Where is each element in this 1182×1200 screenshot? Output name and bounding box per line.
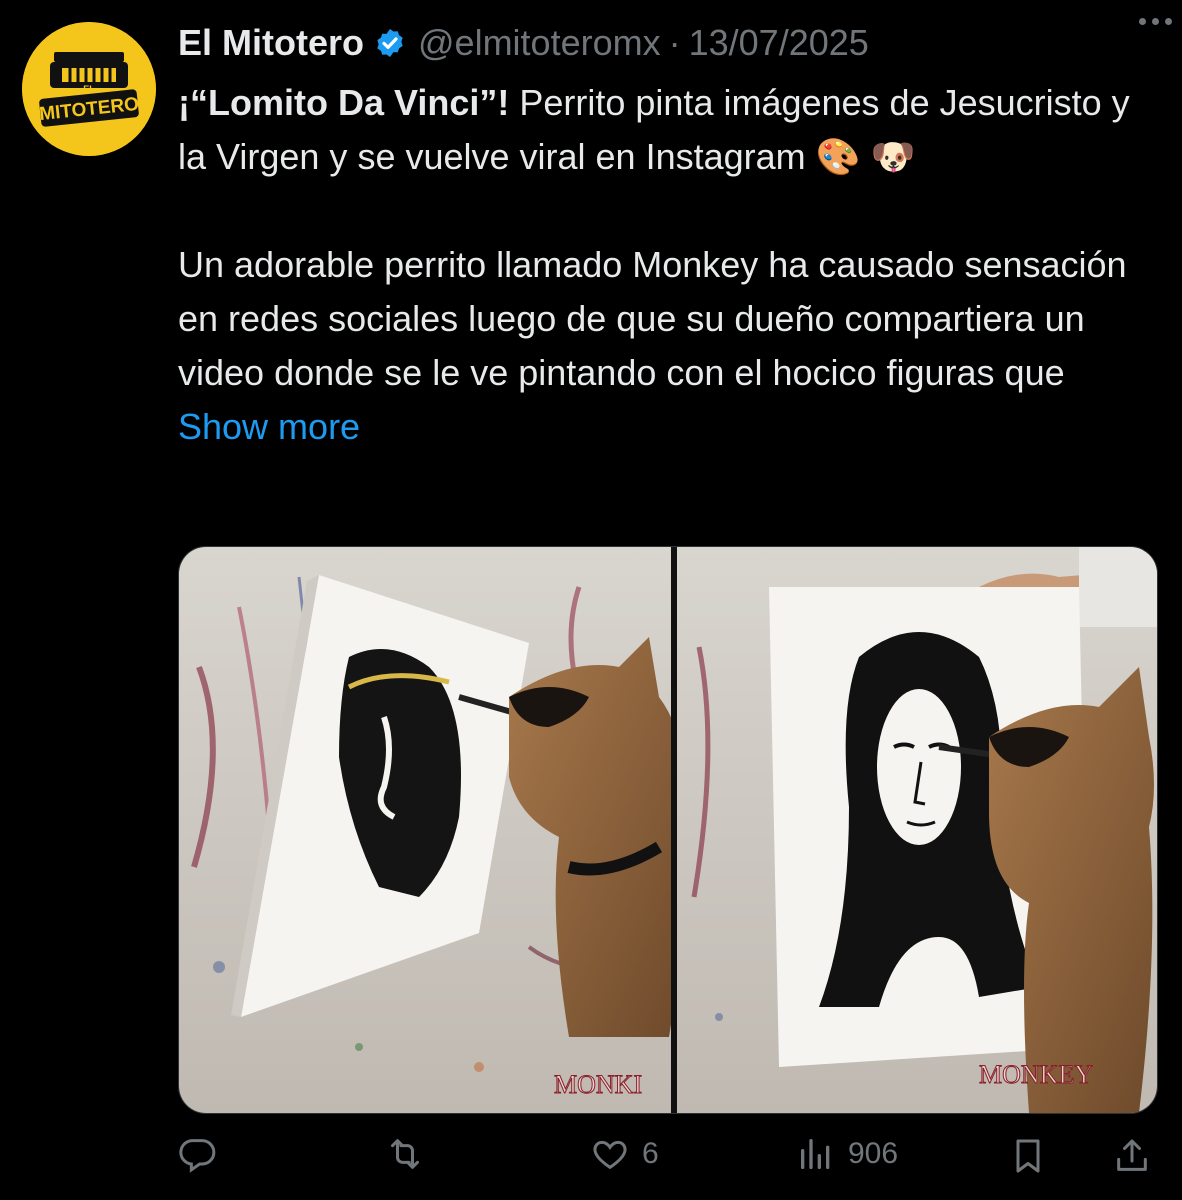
like-count: 6 — [642, 1137, 659, 1170]
header-separator: · — [668, 22, 681, 63]
show-more-link[interactable]: Show more — [178, 406, 360, 447]
like-icon — [593, 1140, 627, 1170]
views-icon — [801, 1139, 830, 1169]
tweet-paragraph-1: ¡“Lomito Da Vinci”! Perrito pinta imágen… — [178, 76, 1138, 184]
mitotero-logo: MITOTERO EL — [22, 22, 156, 156]
tweet-text: ¡“Lomito Da Vinci”! Perrito pinta imágen… — [178, 76, 1138, 454]
reply-button[interactable] — [178, 1134, 230, 1174]
share-button[interactable] — [1112, 1134, 1152, 1178]
tweet-header: El Mitotero @elmitoteromx · 13/07/2025 — [178, 18, 1162, 68]
tweet-media-image[interactable]: MONKI MONKEY — [178, 546, 1158, 1114]
author-avatar[interactable]: MITOTERO EL — [22, 22, 156, 156]
views-count: 906 — [848, 1137, 899, 1170]
tweet-date[interactable]: 13/07/2025 — [689, 22, 869, 64]
palette-emoji: 🎨 — [815, 136, 861, 177]
reply-icon — [179, 1139, 216, 1173]
logo-small-text: EL — [83, 84, 95, 94]
tweet-paragraph-2: Un adorable perrito llamado Monkey ha ca… — [178, 238, 1138, 454]
repost-icon — [391, 1139, 419, 1169]
tweet-headline-bold: ¡“Lomito Da Vinci”! — [178, 82, 510, 123]
tweet-actions-bar: 6 906 — [178, 1134, 1156, 1184]
media-illustration: MONKI MONKEY — [179, 547, 1157, 1113]
tweet-body: Un adorable perrito llamado Monkey ha ca… — [178, 244, 1127, 393]
share-icon — [1117, 1139, 1147, 1171]
like-button[interactable]: 6 — [590, 1134, 659, 1174]
media-caption-right: MONKEY — [979, 1060, 1093, 1089]
bookmark-button[interactable] — [1008, 1134, 1048, 1178]
media-caption-left: MONKI — [554, 1070, 642, 1099]
verified-badge-icon[interactable] — [374, 27, 406, 59]
dog-emoji: 🐶 — [870, 136, 916, 177]
author-name[interactable]: El Mitotero — [178, 22, 364, 64]
views-button[interactable]: 906 — [796, 1134, 898, 1174]
more-options-icon[interactable] — [1139, 18, 1172, 25]
author-handle[interactable]: @elmitoteromx — [418, 22, 661, 64]
repost-button[interactable] — [383, 1134, 439, 1174]
bookmark-icon — [1016, 1139, 1040, 1173]
